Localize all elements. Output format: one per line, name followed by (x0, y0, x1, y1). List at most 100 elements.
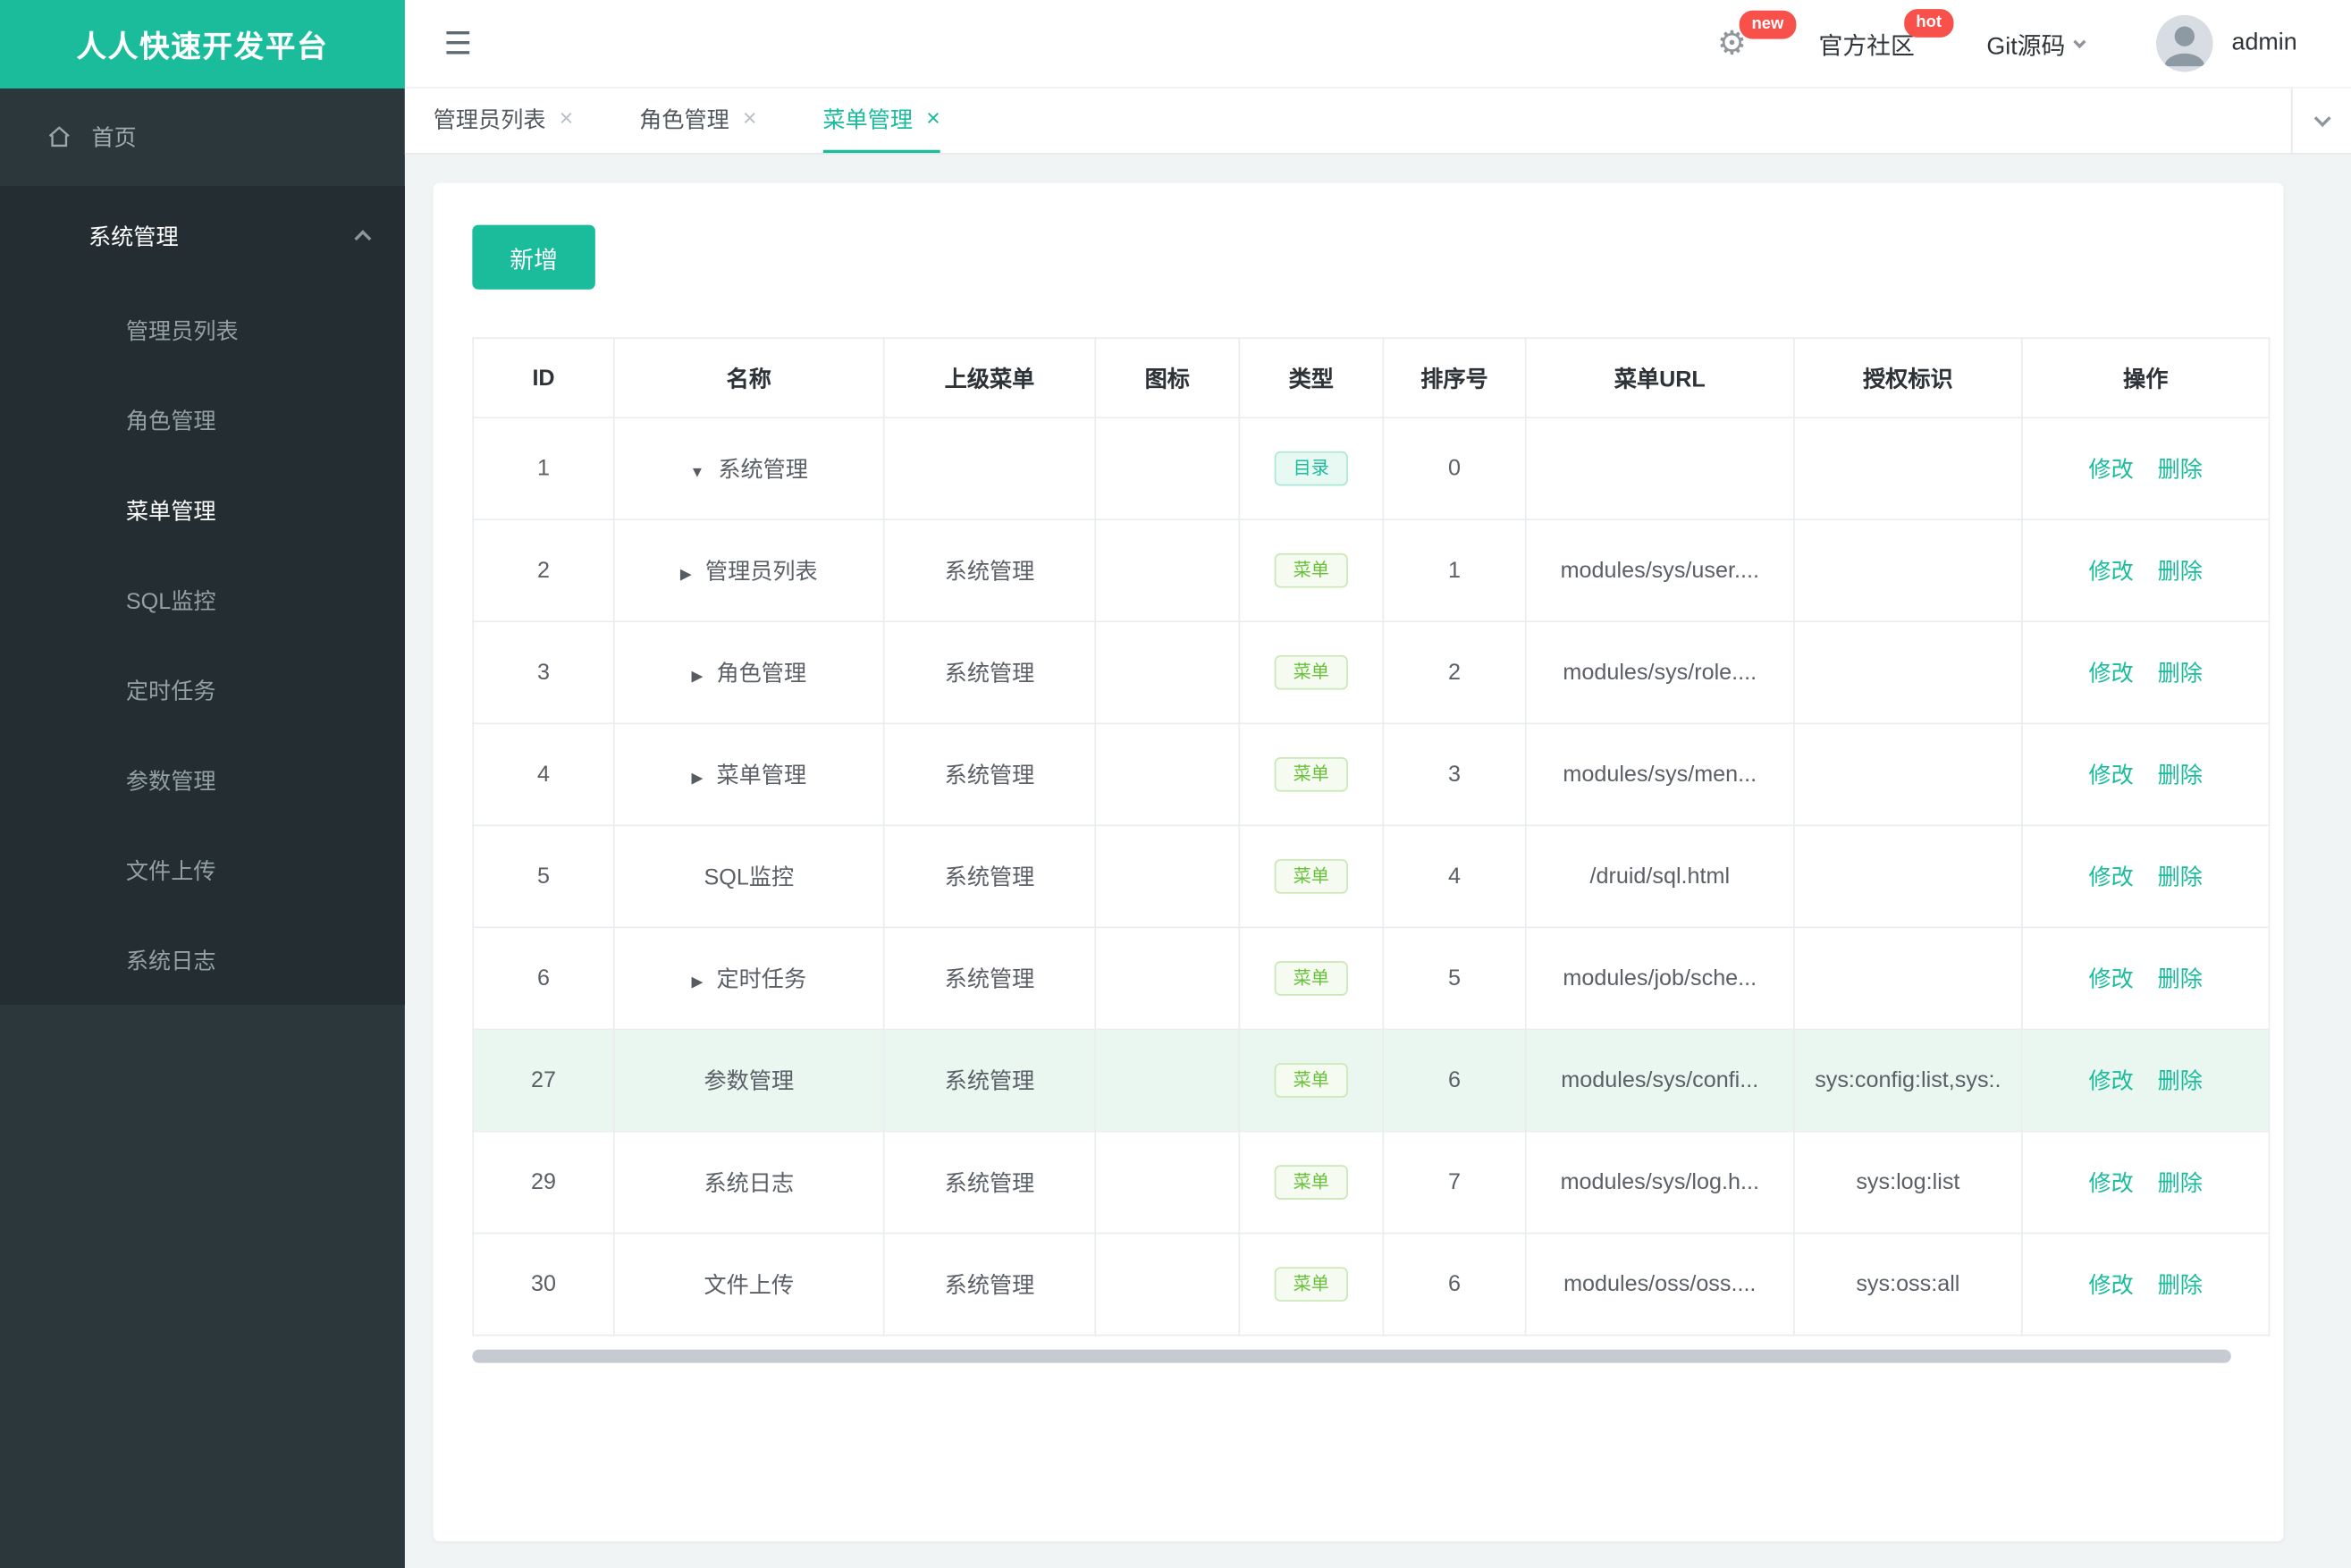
table-row: 6 ▶ 定时任务 系统管理 菜单 5 modules/job/sche... 修改… (472, 926, 2271, 1031)
expand-arrow-icon[interactable]: ▼ (690, 465, 705, 481)
cell-actions: 修改 删除 (2021, 620, 2271, 725)
cell-url: modules/sys/men... (1524, 722, 1795, 827)
sidebar-item-menus[interactable]: 菜单管理 (0, 465, 405, 555)
cell-url: modules/sys/user.... (1524, 518, 1795, 623)
cell-name: 参数管理 (613, 1028, 885, 1133)
scrollbar-thumb[interactable] (472, 1349, 2231, 1363)
avatar[interactable] (2156, 14, 2214, 72)
cell-id: 2 (472, 518, 615, 623)
close-icon[interactable]: × (926, 106, 940, 131)
tab-role-management[interactable]: 角色管理 × (639, 89, 756, 153)
sidebar-item-home[interactable]: 首页 (0, 89, 405, 186)
top-header: ☰ ⚙ new 官方社区 hot Git源码 admin (404, 0, 2351, 89)
add-button[interactable]: 新增 (472, 224, 595, 290)
delete-link[interactable]: 删除 (2158, 1273, 2203, 1299)
cell-actions: 修改 删除 (2021, 1028, 2271, 1133)
delete-link[interactable]: 删除 (2158, 458, 2203, 484)
expand-arrow-icon[interactable]: ▶ (680, 567, 692, 583)
cell-order: 2 (1382, 620, 1527, 725)
close-icon[interactable]: × (560, 106, 574, 131)
cell-type: 目录 (1238, 417, 1385, 521)
expand-arrow-icon[interactable]: ▶ (691, 669, 703, 685)
cell-order: 6 (1382, 1232, 1527, 1336)
tab-menu-management[interactable]: 菜单管理 × (822, 89, 940, 154)
menu-name: 参数管理 (704, 1068, 795, 1095)
delete-link[interactable]: 删除 (2158, 865, 2203, 891)
horizontal-scrollbar (472, 1349, 2245, 1363)
table-row: 2 ▶ 管理员列表 系统管理 菜单 1 modules/sys/user.... … (472, 518, 2271, 623)
cell-order: 5 (1382, 926, 1527, 1031)
edit-link[interactable]: 修改 (2088, 662, 2133, 687)
sidebar-group-system: 系统管理 管理员列表 角色管理 菜单管理 SQL监控 定时任务 参数管理 文件上… (0, 185, 405, 1005)
user-menu[interactable]: admin (2156, 14, 2297, 72)
sidebar-group-system-header[interactable]: 系统管理 (0, 186, 405, 285)
edit-link[interactable]: 修改 (2088, 865, 2133, 891)
cell-perm: sys:config:list,sys:. (1793, 1028, 2023, 1133)
community-link[interactable]: 官方社区 hot (1818, 9, 1954, 62)
edit-link[interactable]: 修改 (2088, 560, 2133, 586)
tab-label: 菜单管理 (822, 107, 914, 134)
col-header-name: 名称 (613, 337, 885, 418)
cell-url: modules/sys/log.h... (1524, 1130, 1795, 1235)
app-logo[interactable]: 人人快速开发平台 (0, 0, 405, 89)
cell-name: ▼ 系统管理 (613, 417, 885, 521)
sidebar-item-params[interactable]: 参数管理 (0, 735, 405, 825)
sidebar-item-scheduled-jobs[interactable]: 定时任务 (0, 645, 405, 735)
sidebar-item-file-upload[interactable]: 文件上传 (0, 825, 405, 915)
menu-name: 系统日志 (704, 1170, 795, 1197)
delete-link[interactable]: 删除 (2158, 560, 2203, 586)
menu-name: 系统管理 (718, 457, 808, 484)
git-source-link[interactable]: Git源码 (1986, 26, 2087, 62)
sidebar-item-admins[interactable]: 管理员列表 (0, 285, 405, 375)
cell-actions: 修改 删除 (2021, 722, 2271, 827)
cell-icon (1094, 824, 1241, 929)
sidebar-item-sql-monitor[interactable]: SQL监控 (0, 555, 405, 645)
cell-perm (1793, 417, 2023, 521)
cell-actions: 修改 删除 (2021, 1232, 2271, 1336)
edit-link[interactable]: 修改 (2088, 763, 2133, 789)
sidebar-item-roles[interactable]: 角色管理 (0, 375, 405, 465)
edit-link[interactable]: 修改 (2088, 1273, 2133, 1299)
edit-link[interactable]: 修改 (2088, 1069, 2133, 1095)
cell-order: 7 (1382, 1130, 1527, 1235)
tab-label: 管理员列表 (433, 107, 546, 134)
main-area: ☰ ⚙ new 官方社区 hot Git源码 admin 管理员列表 × 角色管… (404, 0, 2351, 1568)
cell-parent: 系统管理 (882, 1232, 1097, 1336)
type-badge: 菜单 (1275, 1062, 1348, 1099)
cell-name: SQL监控 (613, 824, 885, 929)
username[interactable]: admin (2232, 30, 2297, 57)
table-row: 29 系统日志 系统管理 菜单 7 modules/sys/log.h... s… (472, 1130, 2271, 1235)
cell-id: 30 (472, 1232, 615, 1336)
settings-button[interactable]: ⚙ new (1717, 10, 1796, 60)
sidebar-item-system-logs[interactable]: 系统日志 (0, 915, 405, 1005)
cell-parent: 系统管理 (882, 518, 1097, 623)
cell-name: 系统日志 (613, 1130, 885, 1235)
edit-link[interactable]: 修改 (2088, 458, 2133, 484)
table-row: 30 文件上传 系统管理 菜单 6 modules/oss/oss.... sy… (472, 1232, 2271, 1336)
menu-table: ID 名称 上级菜单 图标 类型 排序号 菜单URL 授权标识 操作 1 ▼ 系… (472, 337, 2271, 1336)
cell-name: ▶ 管理员列表 (613, 518, 885, 623)
content-area: 新增 ID 名称 上级菜单 图标 类型 排序号 菜单URL 授权标识 操作 1 … (405, 155, 2351, 1568)
cell-id: 1 (472, 417, 615, 521)
cell-type: 菜单 (1238, 824, 1385, 929)
edit-link[interactable]: 修改 (2088, 1171, 2133, 1197)
type-badge: 菜单 (1275, 654, 1348, 691)
delete-link[interactable]: 删除 (2158, 967, 2203, 993)
tab-admin-list[interactable]: 管理员列表 × (434, 89, 574, 153)
expand-arrow-icon[interactable]: ▶ (691, 974, 703, 991)
menu-name: SQL监控 (704, 864, 795, 891)
cell-name: ▶ 定时任务 (613, 926, 885, 1031)
delete-link[interactable]: 删除 (2158, 662, 2203, 687)
cell-icon (1094, 1130, 1241, 1235)
menu-name: 管理员列表 (704, 559, 818, 586)
cell-name: ▶ 角色管理 (613, 620, 885, 725)
menu-toggle-icon[interactable]: ☰ (443, 28, 472, 59)
delete-link[interactable]: 删除 (2158, 763, 2203, 789)
delete-link[interactable]: 删除 (2158, 1069, 2203, 1095)
close-icon[interactable]: × (743, 106, 757, 131)
tab-list-dropdown-button[interactable] (2290, 88, 2351, 154)
delete-link[interactable]: 删除 (2158, 1171, 2203, 1197)
cell-perm (1793, 620, 2023, 725)
expand-arrow-icon[interactable]: ▶ (691, 771, 703, 787)
edit-link[interactable]: 修改 (2088, 967, 2133, 993)
